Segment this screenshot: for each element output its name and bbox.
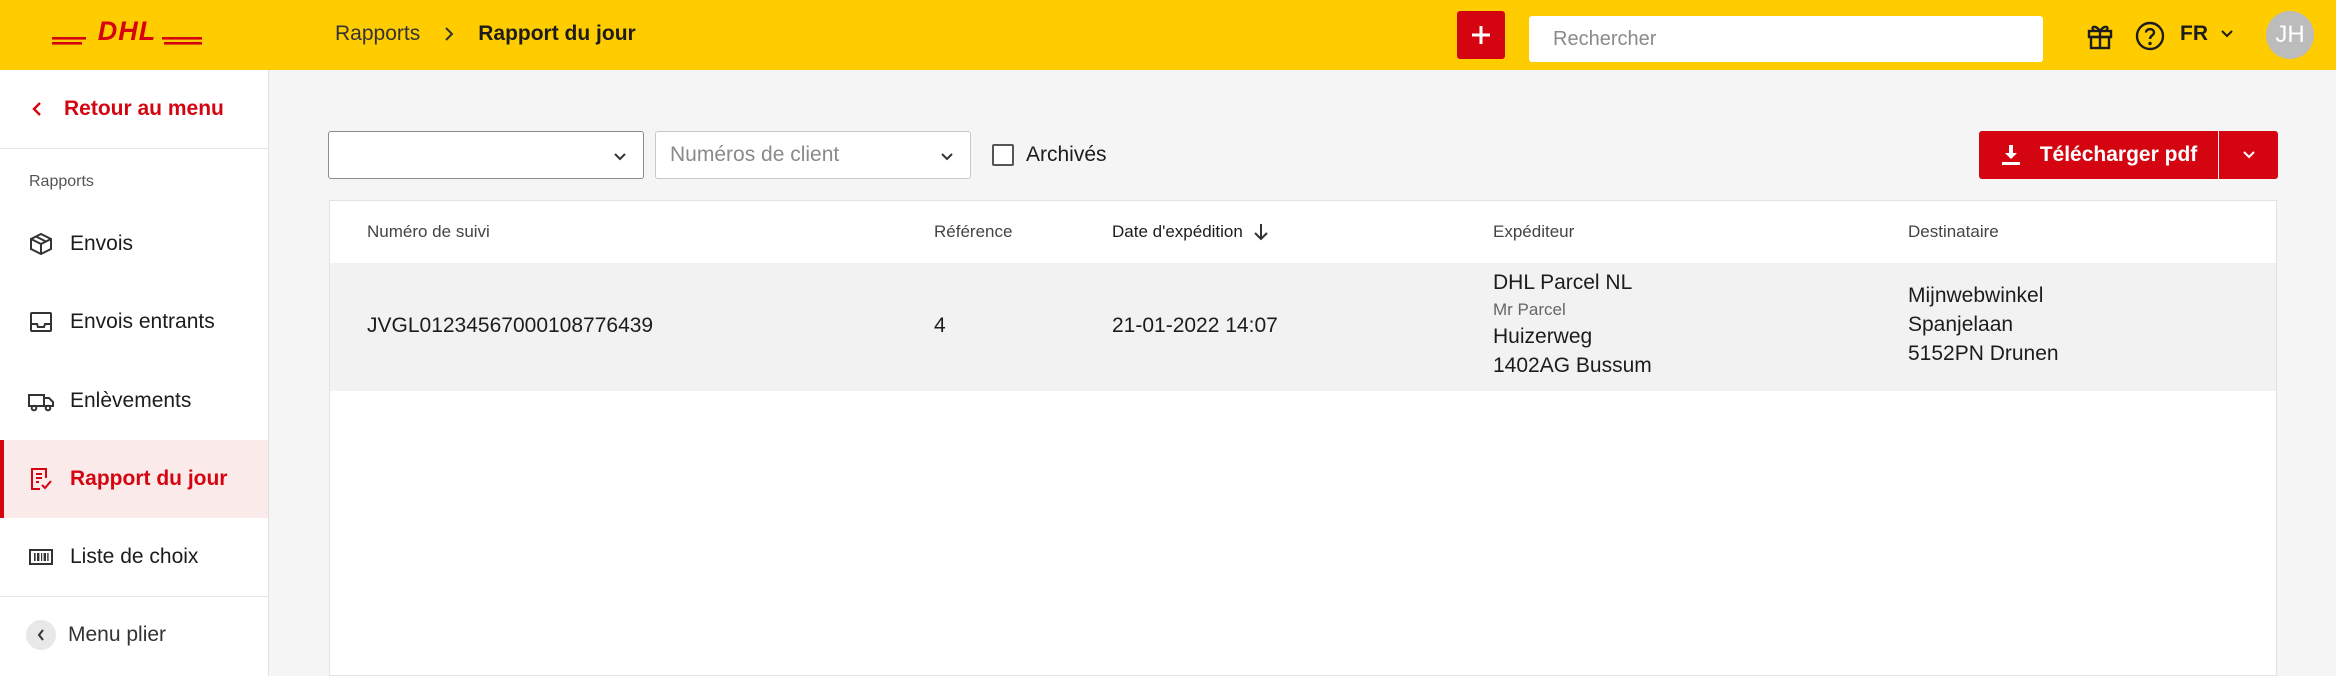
chevron-down-icon: [2242, 151, 2255, 159]
column-header-tracking[interactable]: Numéro de suivi: [367, 222, 490, 242]
breadcrumb-parent-link[interactable]: Rapports: [335, 22, 420, 46]
archived-checkbox[interactable]: [992, 144, 1014, 166]
package-icon: [28, 231, 54, 257]
reference: 4: [934, 314, 946, 337]
download-pdf-label: Télécharger pdf: [2039, 143, 2198, 166]
download-icon: [2001, 145, 2020, 165]
chevron-down-icon: [614, 153, 626, 161]
customer-numbers-placeholder: Numéros de client: [670, 143, 840, 166]
sidebar-divider: [0, 596, 268, 597]
account-select[interactable]: [328, 131, 644, 179]
svg-text:DHL: DHL: [98, 18, 157, 46]
report-icon: [28, 466, 54, 492]
archived-filter[interactable]: Archivés: [992, 143, 1107, 167]
download-pdf-button[interactable]: Télécharger pdf: [1979, 131, 2218, 179]
recipient-address: Mijnwebwinkel Spanjelaan 5152PN Drunen: [1908, 281, 2059, 368]
shipping-date: 21-01-2022 14:07: [1112, 314, 1278, 337]
barcode-icon: [28, 544, 54, 570]
chevron-down-icon: [2221, 30, 2233, 38]
truck-icon: [28, 388, 54, 414]
column-header-recipient[interactable]: Destinataire: [1908, 222, 1999, 242]
sidebar-item-rapport-du-jour[interactable]: Rapport du jour: [0, 440, 268, 518]
sidebar-item-label: Rapport du jour: [70, 467, 228, 490]
sidebar-item-label: Envois: [70, 232, 134, 255]
sidebar-item-envois[interactable]: Envois: [0, 205, 268, 283]
inbox-icon: [28, 309, 54, 335]
breadcrumb-current: Rapport du jour: [478, 22, 636, 45]
language-label: FR: [2180, 22, 2208, 45]
collapse-menu-button[interactable]: Menu plier: [26, 620, 166, 650]
sidebar-item-label: Enlèvements: [70, 389, 192, 412]
column-header-label: Date d'expédition: [1112, 222, 1243, 241]
chevron-left-icon: [32, 102, 41, 116]
back-to-menu-link[interactable]: Retour au menu: [0, 70, 268, 149]
column-header-sender[interactable]: Expéditeur: [1493, 222, 1574, 242]
top-header: DHL Rapports Rapport du jour FR JH: [0, 0, 2336, 70]
gift-icon[interactable]: [2085, 21, 2115, 51]
add-button[interactable]: [1457, 11, 1505, 59]
column-header-shipping-date[interactable]: Date d'expédition: [1112, 222, 1269, 242]
recipient-street: Spanjelaan: [1908, 313, 2014, 336]
sidebar-item-liste-de-choix[interactable]: Liste de choix: [0, 518, 268, 596]
avatar[interactable]: JH: [2266, 11, 2314, 59]
sender-company: DHL Parcel NL: [1493, 271, 1633, 294]
search-input[interactable]: [1529, 16, 2043, 62]
breadcrumb: Rapports Rapport du jour: [335, 22, 636, 46]
sender-address: DHL Parcel NL Mr Parcel Huizerweg 1402AG…: [1493, 268, 1652, 380]
chevron-down-icon: [941, 153, 953, 161]
sender-contact: Mr Parcel: [1493, 300, 1566, 319]
sidebar-item-label: Liste de choix: [70, 545, 199, 568]
chevron-right-icon: [445, 27, 454, 41]
language-selector[interactable]: FR: [2180, 22, 2234, 46]
download-options-toggle[interactable]: [2219, 131, 2278, 179]
sidebar-item-envois-entrants[interactable]: Envois entrants: [0, 283, 268, 361]
sidebar: Retour au menu Rapports Envois Envois en…: [0, 70, 269, 676]
sender-city: 1402AG Bussum: [1493, 354, 1652, 377]
table-row[interactable]: JVGL01234567000108776439 4 21-01-2022 14…: [330, 263, 2276, 391]
column-header-reference[interactable]: Référence: [934, 222, 1012, 242]
help-icon[interactable]: [2134, 20, 2166, 52]
sidebar-section-label: Rapports: [29, 173, 94, 190]
tracking-number[interactable]: JVGL01234567000108776439: [367, 311, 653, 340]
shipments-table: Numéro de suivi Référence Date d'expédit…: [329, 200, 2277, 676]
dhl-logo[interactable]: DHL: [52, 18, 202, 48]
arrow-down-icon: [1254, 224, 1268, 241]
sidebar-item-enlevements[interactable]: Enlèvements: [0, 362, 268, 440]
recipient-name: Mijnwebwinkel: [1908, 284, 2044, 307]
back-label: Retour au menu: [64, 97, 224, 120]
archived-label: Archivés: [1026, 143, 1107, 166]
plus-icon: [1472, 26, 1490, 44]
recipient-city: 5152PN Drunen: [1908, 342, 2059, 365]
collapse-label: Menu plier: [68, 623, 167, 646]
sender-street: Huizerweg: [1493, 325, 1593, 348]
chevron-left-icon: [26, 620, 56, 650]
customer-numbers-select[interactable]: Numéros de client: [655, 131, 971, 179]
sidebar-item-label: Envois entrants: [70, 310, 215, 333]
